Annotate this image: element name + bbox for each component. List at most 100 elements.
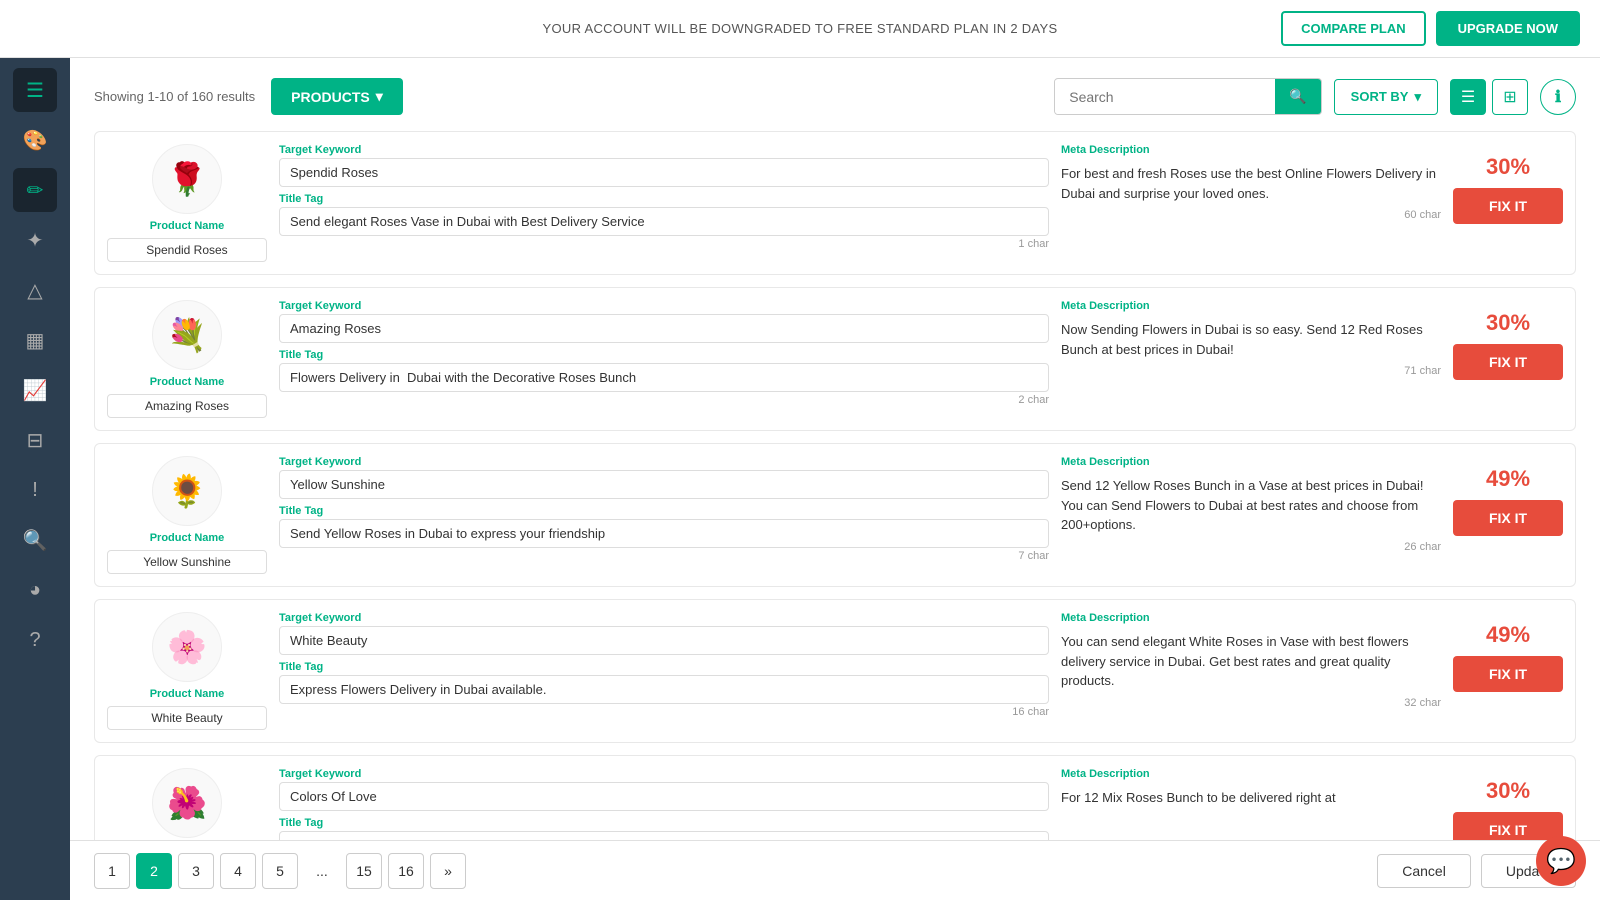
product-fields: Target Keyword Title Tag 2 char [279, 300, 1049, 406]
product-fields: Target Keyword Title Tag 7 char [279, 456, 1049, 562]
fix-it-button[interactable]: FIX IT [1453, 656, 1563, 692]
product-thumb: 🌻 Product Name Yellow Sunshine [107, 456, 267, 574]
fix-section: 49% FIX IT [1453, 456, 1563, 536]
sidebar-item-alert[interactable]: ! [13, 468, 57, 512]
meta-char-count: 60 char [1061, 209, 1441, 221]
target-keyword-input[interactable] [279, 314, 1049, 343]
product-name-value: Spendid Roses [107, 238, 267, 262]
title-tag-input[interactable] [279, 207, 1049, 236]
product-meta: Meta Description Now Sending Flowers in … [1061, 300, 1441, 377]
target-keyword-input[interactable] [279, 470, 1049, 499]
title-tag-input[interactable] [279, 675, 1049, 704]
target-keyword-label: Target Keyword [279, 612, 1049, 624]
sidebar-item-pie[interactable]: ◕ [13, 568, 57, 612]
product-name-label: Product Name [150, 220, 225, 232]
product-name-value: Amazing Roses [107, 394, 267, 418]
sidebar-item-chart[interactable]: △ [13, 268, 57, 312]
target-keyword-input[interactable] [279, 626, 1049, 655]
meta-char-count: 32 char [1061, 697, 1441, 709]
product-name-value: White Beauty [107, 706, 267, 730]
fix-it-button[interactable]: FIX IT [1453, 344, 1563, 380]
table-row: 🌹 Product Name Spendid Roses Target Keyw… [94, 131, 1576, 275]
title-char-count: 7 char [279, 550, 1049, 562]
sidebar-item-help[interactable]: ? [13, 618, 57, 662]
target-keyword-label: Target Keyword [279, 300, 1049, 312]
search-input[interactable] [1055, 80, 1275, 114]
page-button[interactable]: 3 [178, 853, 214, 889]
main-layout: ☰ 🎨 ✏ ✦ △ ▦ 📈 ⊟ ! 🔍 ◕ ? Showing 1-10 of … [0, 58, 1600, 900]
upgrade-now-button[interactable]: UPGRADE NOW [1436, 11, 1580, 46]
sortby-button[interactable]: SORT BY ▾ [1334, 79, 1438, 115]
page-button[interactable]: 16 [388, 853, 424, 889]
title-char-count: 16 char [279, 706, 1049, 718]
score-badge: 30% [1486, 310, 1530, 336]
product-meta: Meta Description Send 12 Yellow Roses Bu… [1061, 456, 1441, 553]
list-view-button[interactable]: ☰ [1450, 79, 1486, 115]
sidebar-item-graph[interactable]: 📈 [13, 368, 57, 412]
chevron-down-icon: ▾ [376, 88, 383, 105]
sidebar-item-org[interactable]: ⊟ [13, 418, 57, 462]
product-meta: Meta Description You can send elegant Wh… [1061, 612, 1441, 709]
target-keyword-label: Target Keyword [279, 768, 1049, 780]
score-badge: 49% [1486, 466, 1530, 492]
product-image: 🌻 [152, 456, 222, 526]
title-tag-label: Title Tag [279, 505, 1049, 517]
fix-section: 30% FIX IT [1453, 144, 1563, 224]
page-button[interactable]: ... [304, 853, 340, 889]
meta-description-label: Meta Description [1061, 144, 1441, 156]
fix-it-button[interactable]: FIX IT [1453, 500, 1563, 536]
page-button[interactable]: 15 [346, 853, 382, 889]
product-image: 🌺 [152, 768, 222, 838]
page-button[interactable]: 1 [94, 853, 130, 889]
banner-message: YOUR ACCOUNT WILL BE DOWNGRADED TO FREE … [543, 21, 1058, 36]
product-fields: Target Keyword Title Tag 1 char [279, 144, 1049, 250]
target-keyword-input[interactable] [279, 158, 1049, 187]
meta-description-text: You can send elegant White Roses in Vase… [1061, 632, 1441, 691]
product-name-label: Product Name [150, 688, 225, 700]
grid-view-button[interactable]: ⊞ [1492, 79, 1528, 115]
target-keyword-input[interactable] [279, 782, 1049, 811]
compare-plan-button[interactable]: COMPARE PLAN [1281, 11, 1425, 46]
score-badge: 49% [1486, 622, 1530, 648]
sidebar-item-table[interactable]: ▦ [13, 318, 57, 362]
meta-description-text: For best and fresh Roses use the best On… [1061, 164, 1441, 203]
pagination-bar: 12345...1516» Cancel Update [70, 840, 1600, 900]
page-button[interactable]: 5 [262, 853, 298, 889]
sidebar-item-edit[interactable]: ✏ [13, 168, 57, 212]
product-thumb: 🌸 Product Name White Beauty [107, 612, 267, 730]
title-tag-input[interactable] [279, 363, 1049, 392]
meta-description-label: Meta Description [1061, 300, 1441, 312]
search-wrapper: 🔍 [1054, 78, 1321, 115]
sidebar-item-star[interactable]: ✦ [13, 218, 57, 262]
product-name-value: Yellow Sunshine [107, 550, 267, 574]
fix-section: 30% FIX IT [1453, 300, 1563, 380]
table-row: 💐 Product Name Amazing Roses Target Keyw… [94, 287, 1576, 431]
product-thumb: 🌹 Product Name Spendid Roses [107, 144, 267, 262]
sidebar-item-menu[interactable]: ☰ [13, 68, 57, 112]
product-meta: Meta Description For 12 Mix Roses Bunch … [1061, 768, 1441, 814]
sidebar: ☰ 🎨 ✏ ✦ △ ▦ 📈 ⊟ ! 🔍 ◕ ? [0, 58, 70, 900]
cancel-button[interactable]: Cancel [1377, 854, 1471, 888]
table-row: 🌻 Product Name Yellow Sunshine Target Ke… [94, 443, 1576, 587]
target-keyword-label: Target Keyword [279, 144, 1049, 156]
meta-char-count: 71 char [1061, 365, 1441, 377]
info-button[interactable]: ℹ [1540, 79, 1576, 115]
sidebar-item-search[interactable]: 🔍 [13, 518, 57, 562]
title-tag-input[interactable] [279, 519, 1049, 548]
fix-it-button[interactable]: FIX IT [1453, 188, 1563, 224]
title-char-count: 2 char [279, 394, 1049, 406]
page-button[interactable]: 2 [136, 853, 172, 889]
fix-section: 49% FIX IT [1453, 612, 1563, 692]
search-button[interactable]: 🔍 [1275, 79, 1320, 114]
product-list: 🌹 Product Name Spendid Roses Target Keyw… [94, 131, 1576, 899]
chat-button[interactable]: 💬 [1536, 836, 1586, 886]
title-tag-label: Title Tag [279, 193, 1049, 205]
product-image: 💐 [152, 300, 222, 370]
title-char-count: 1 char [279, 238, 1049, 250]
sidebar-item-palette[interactable]: 🎨 [13, 118, 57, 162]
products-button[interactable]: PRODUCTS ▾ [271, 78, 403, 115]
page-button[interactable]: 4 [220, 853, 256, 889]
product-fields: Target Keyword Title Tag 16 char [279, 612, 1049, 718]
meta-char-count: 26 char [1061, 541, 1441, 553]
page-button[interactable]: » [430, 853, 466, 889]
